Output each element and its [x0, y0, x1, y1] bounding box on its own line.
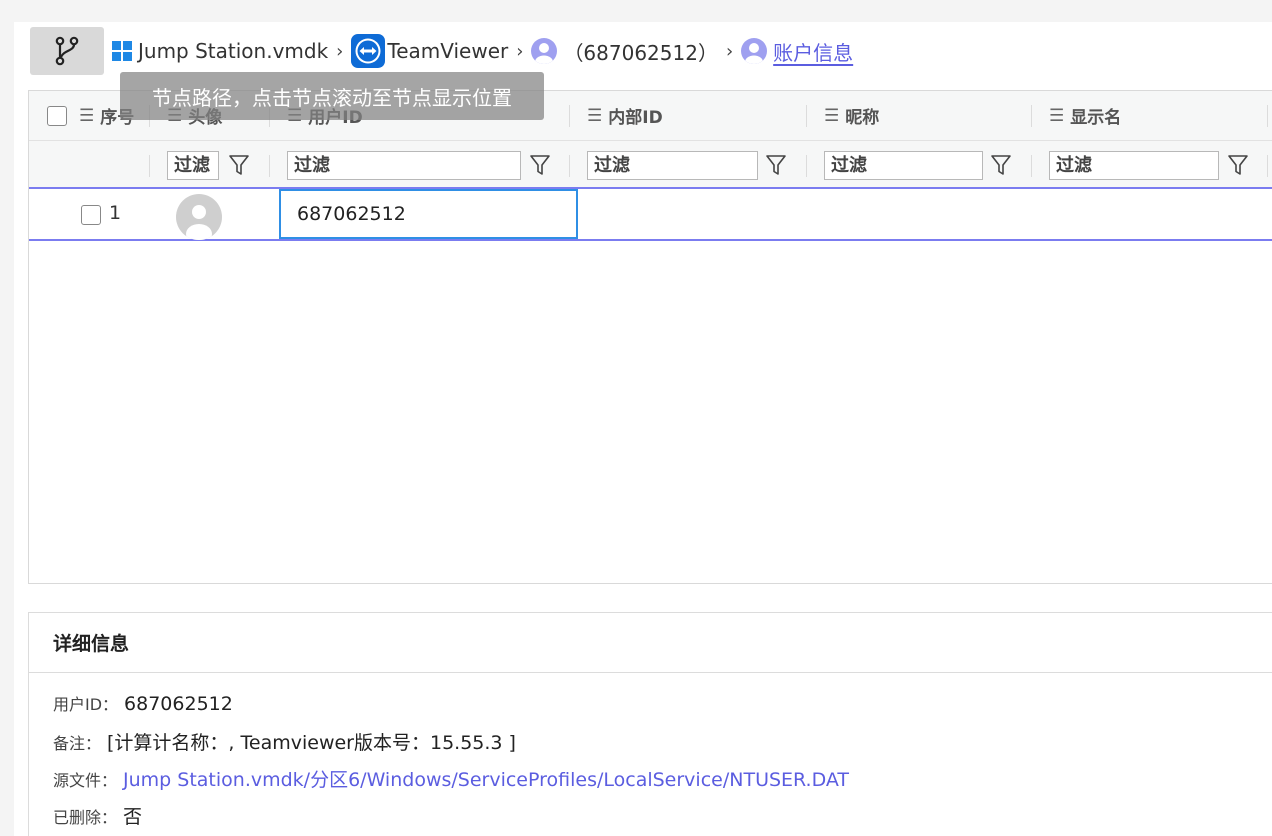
filter-input-display-name[interactable]: 过滤	[1049, 151, 1219, 180]
column-separator	[269, 155, 270, 177]
column-label: 内部ID	[608, 108, 663, 128]
node-path-tooltip: 节点路径，点击节点滚动至节点显示位置	[120, 72, 544, 120]
detail-field-remark: 备注： [计算计名称：, Teamviewer版本号：15.55.3 ]	[53, 728, 516, 755]
breadcrumb-label: （687062512）	[563, 40, 718, 65]
breadcrumb: Jump Station.vmdk › TeamViewer › （687062…	[112, 34, 853, 68]
column-separator	[149, 155, 150, 177]
user-id-cell[interactable]: 687062512	[279, 189, 578, 239]
avatar-icon	[176, 194, 222, 240]
column-separator	[1267, 155, 1268, 177]
column-header-internal-id[interactable]: ☰ 内部ID	[587, 91, 663, 140]
breadcrumb-item-account-info[interactable]: 账户信息	[741, 37, 853, 66]
field-key: 用户ID：	[53, 695, 119, 714]
field-key: 备注：	[53, 734, 102, 753]
breadcrumb-separator: ›	[336, 40, 344, 62]
top-strip	[0, 0, 1272, 22]
column-separator	[806, 155, 807, 177]
list-icon: ☰	[79, 105, 95, 126]
breadcrumb-item-teamviewer[interactable]: TeamViewer ›	[351, 34, 531, 68]
column-separator[interactable]	[1267, 105, 1268, 127]
table-row[interactable]: 1 687062512	[29, 189, 1272, 241]
filter-input-user-id[interactable]: 过滤	[287, 151, 521, 180]
breadcrumb-item-vmdk[interactable]: Jump Station.vmdk ›	[112, 39, 351, 63]
node-path-button[interactable]	[30, 27, 104, 75]
column-label: 显示名	[1070, 108, 1122, 128]
detail-panel: 详细信息 用户ID： 687062512 备注： [计算计名称：, Teamview…	[28, 612, 1272, 836]
list-icon: ☰	[587, 105, 603, 126]
field-key: 源文件：	[53, 771, 118, 790]
row-checkbox[interactable]	[81, 205, 101, 225]
filter-input-internal-id[interactable]: 过滤	[587, 151, 758, 180]
breadcrumb-label: TeamViewer	[387, 39, 509, 63]
breadcrumb-item-account[interactable]: （687062512） ›	[531, 37, 741, 66]
breadcrumb-current-label: 账户信息	[773, 40, 854, 65]
user-icon	[531, 38, 558, 64]
windows-icon	[112, 41, 132, 61]
column-header-display-name[interactable]: ☰ 显示名	[1049, 91, 1121, 140]
teamviewer-icon	[351, 34, 386, 68]
source-file-link[interactable]: Jump Station.vmdk/分区6/Windows/ServicePro…	[123, 769, 849, 791]
list-icon: ☰	[824, 105, 840, 126]
column-separator	[569, 155, 570, 177]
column-separator	[1031, 155, 1032, 177]
left-strip	[0, 22, 14, 836]
detail-title: 详细信息	[29, 613, 1272, 673]
column-label: 昵称	[845, 108, 880, 128]
filter-row: 过滤 过滤 过滤 过滤 过滤	[29, 141, 1272, 189]
user-icon	[741, 38, 768, 64]
filter-icon[interactable]	[1227, 153, 1249, 177]
list-icon: ☰	[1049, 105, 1065, 126]
field-key: 已删除：	[53, 808, 118, 827]
header-select-all[interactable]	[47, 91, 67, 140]
column-separator[interactable]	[806, 105, 807, 127]
detail-field-source-file: 源文件： Jump Station.vmdk/分区6/Windows/Servic…	[53, 765, 849, 792]
row-index: 1	[109, 202, 122, 224]
breadcrumb-bar: Jump Station.vmdk › TeamViewer › （687062…	[30, 26, 1272, 76]
column-separator[interactable]	[1031, 105, 1032, 127]
field-value: 否	[123, 806, 143, 828]
column-header-nickname[interactable]: ☰ 昵称	[824, 91, 879, 140]
data-grid: ☰ 序号 ☰ 头像 ☰ 用户ID ☰ 内部ID ☰ 昵称 ☰ 显示名	[28, 90, 1272, 584]
filter-icon[interactable]	[529, 153, 551, 177]
field-value: 687062512	[124, 693, 233, 715]
detail-field-deleted: 已删除： 否	[53, 802, 142, 829]
detail-field-user-id: 用户ID： 687062512	[53, 691, 233, 715]
breadcrumb-separator: ›	[725, 40, 734, 62]
breadcrumb-separator: ›	[516, 40, 524, 62]
filter-icon[interactable]	[765, 153, 787, 177]
filter-input-nickname[interactable]: 过滤	[824, 151, 983, 180]
select-all-checkbox[interactable]	[47, 105, 67, 126]
field-value: [计算计名称：, Teamviewer版本号：15.55.3 ]	[107, 732, 516, 754]
column-separator[interactable]	[569, 105, 570, 127]
filter-input-avatar[interactable]: 过滤	[167, 151, 219, 180]
git-branch-icon	[55, 36, 79, 66]
filter-icon[interactable]	[228, 153, 250, 177]
filter-icon[interactable]	[990, 153, 1012, 177]
breadcrumb-label: Jump Station.vmdk	[138, 39, 329, 63]
